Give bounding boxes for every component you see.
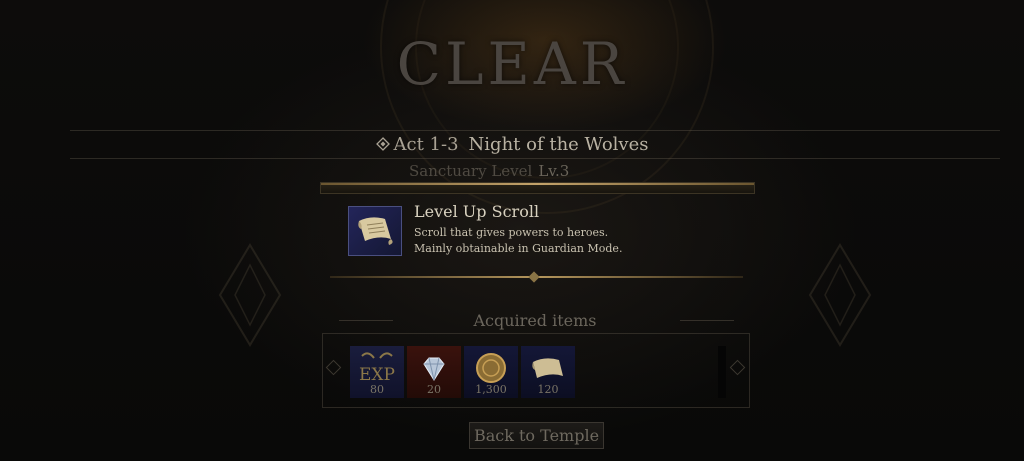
acquired-items-title: Acquired items [473,311,597,330]
sanctuary-level-value: Lv.3 [538,162,570,180]
featured-item-name: Level Up Scroll [414,202,540,221]
item-count: 20 [427,383,441,396]
act-diamond-icon [375,137,390,151]
clear-title: CLEAR [396,30,628,98]
scroll-icon [348,206,402,256]
acquired-dash-right [680,320,734,321]
acquired-item-scroll[interactable]: 120 [521,346,575,398]
description-line: Mainly obtainable in Guardian Mode. [414,242,623,255]
sanctuary-label: Sanctuary Level [409,162,533,180]
side-ornament-left [218,243,282,347]
item-count: 120 [537,383,559,396]
gold-divider [330,271,743,283]
acquired-items-scrollbar[interactable] [718,346,726,398]
description-line: Scroll that gives powers to heroes. [414,226,609,239]
featured-item-panel: Level Up Scroll Scroll that gives powers… [330,196,743,276]
level-progress-bar [320,182,755,194]
acquired-item-exp[interactable]: EXP 80 [350,346,404,398]
featured-item-description: Scroll that gives powers to heroes. Main… [414,225,622,257]
divider-bottom [70,158,1000,159]
acquired-items-list: EXP 80 20 1,300 120 [350,346,575,398]
stage-name: Night of the Wolves [468,134,649,155]
item-count: 80 [370,383,384,396]
side-ornament-right [808,243,872,347]
back-to-temple-button[interactable]: Back to Temple [469,422,604,449]
exp-label: EXP [359,365,395,385]
sanctuary-level: Sanctuary Level Lv.3 [409,162,569,180]
divider-top [70,130,1000,131]
acquired-item-diamond[interactable]: 20 [407,346,461,398]
acquired-item-gold[interactable]: 1,300 [464,346,518,398]
item-count: 1,300 [475,383,507,396]
act-label: Act 1-3 [393,134,459,155]
stage-header: Act 1-3 Night of the Wolves [0,134,1024,155]
